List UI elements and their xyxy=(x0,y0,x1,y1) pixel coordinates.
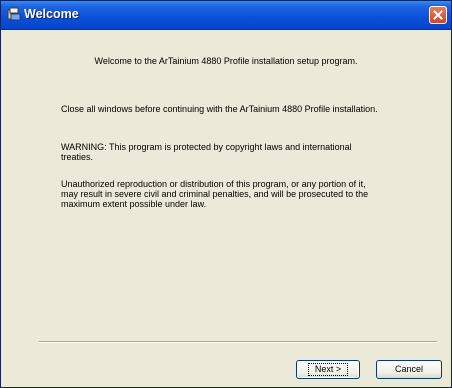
cancel-button[interactable]: Cancel xyxy=(376,360,442,379)
window-title: Welcome xyxy=(24,7,79,21)
welcome-message: Welcome to the ArTainium 4880 Profile in… xyxy=(94,56,358,66)
close-windows-notice: Close all windows before continuing with… xyxy=(61,104,378,114)
close-button[interactable] xyxy=(429,6,447,24)
next-button-label: Next > xyxy=(307,363,349,376)
installer-icon xyxy=(7,7,21,21)
title-bar[interactable]: Welcome xyxy=(1,1,451,30)
unauthorized-notice: Unauthorized reproduction or distributio… xyxy=(61,179,369,209)
copyright-warning: WARNING: This program is protected by co… xyxy=(61,142,352,162)
installer-window: Welcome Welcome to the ArTainium 4880 Pr… xyxy=(0,0,452,388)
next-button[interactable]: Next > xyxy=(296,360,360,379)
close-icon xyxy=(433,10,443,20)
button-separator xyxy=(39,341,437,343)
